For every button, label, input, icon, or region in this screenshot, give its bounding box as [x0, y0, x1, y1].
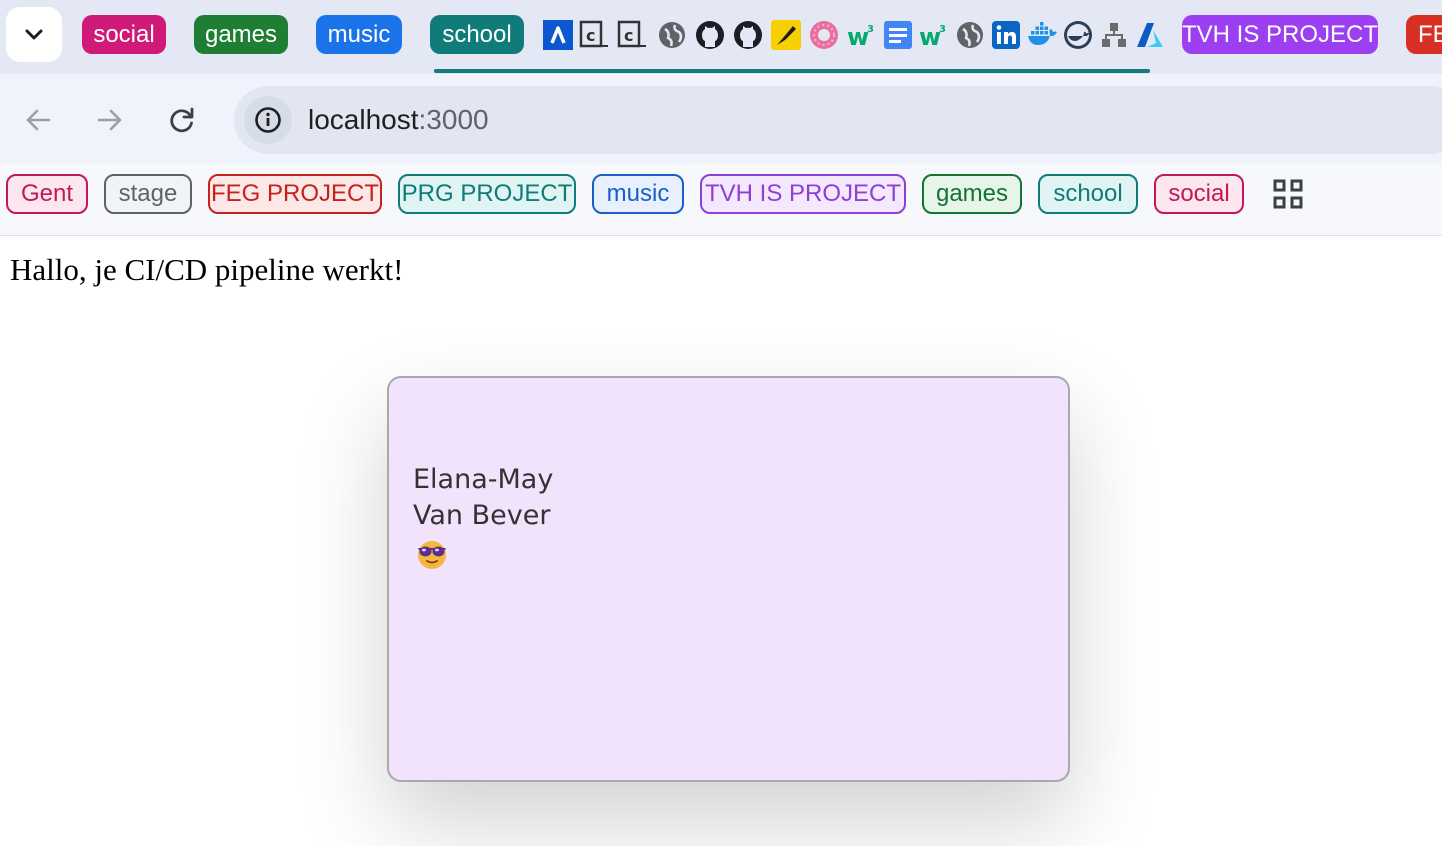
- card-first-name: Elana-May: [413, 464, 554, 495]
- bookmark-folder-games[interactable]: games: [922, 174, 1022, 214]
- apps-button[interactable]: [1268, 174, 1308, 214]
- w3schools-icon[interactable]: w3: [918, 19, 950, 51]
- tab-search-button[interactable]: [6, 7, 62, 62]
- w3schools-icon[interactable]: w3: [846, 19, 878, 51]
- reload-icon: [170, 107, 194, 133]
- sunglasses-emoji-icon: [415, 538, 449, 577]
- bookmark-folder-tvh-is-project[interactable]: TVH IS PROJECT: [700, 174, 906, 214]
- bookmark-folder-social[interactable]: social: [1154, 174, 1244, 214]
- docker-icon[interactable]: [1026, 19, 1058, 51]
- tab-group-music[interactable]: music: [316, 15, 402, 54]
- svg-text:w: w: [919, 23, 941, 50]
- pencil-app-icon[interactable]: [770, 19, 802, 51]
- chevron-down-icon: [25, 29, 43, 39]
- tab-group-fe[interactable]: FE: [1406, 15, 1442, 54]
- diagram-icon[interactable]: [1098, 19, 1130, 51]
- info-icon: [255, 107, 281, 133]
- google-docs-icon[interactable]: [882, 19, 914, 51]
- url-host: localhost: [308, 104, 419, 135]
- card-last-name: Van Bever: [413, 500, 551, 531]
- bookmark-folder-music[interactable]: music: [592, 174, 684, 214]
- github-icon[interactable]: [694, 19, 726, 51]
- tab-strip: social games music school TVH IS PROJECT…: [0, 0, 1442, 74]
- bookmarks-bar: Gent stage FEG PROJECT PRG PROJECT music…: [0, 164, 1442, 236]
- bookmark-folder-school[interactable]: school: [1038, 174, 1138, 214]
- globe-icon[interactable]: [656, 19, 688, 51]
- atlassian-icon[interactable]: [542, 19, 574, 51]
- globe-icon[interactable]: [954, 19, 986, 51]
- canvas-icon[interactable]: c: [616, 19, 648, 51]
- address-bar[interactable]: localhost:3000: [234, 86, 1442, 154]
- forward-button[interactable]: [88, 98, 132, 142]
- svg-text:3: 3: [867, 24, 874, 35]
- canvas-icon[interactable]: c: [578, 19, 610, 51]
- page-content: Hallo, je CI/CD pipeline werkt! Elana-Ma…: [0, 236, 1442, 846]
- arrow-right-icon: [97, 109, 122, 131]
- donut-icon[interactable]: [808, 19, 840, 51]
- profile-card: Elana-May Van Bever: [387, 376, 1070, 782]
- azure-icon[interactable]: [1134, 19, 1166, 51]
- back-button[interactable]: [16, 98, 60, 142]
- github-icon[interactable]: [732, 19, 764, 51]
- site-info-button[interactable]: [244, 96, 292, 144]
- svg-text:3: 3: [939, 24, 946, 35]
- toolbar: localhost:3000: [0, 74, 1442, 164]
- page-heading: Hallo, je CI/CD pipeline werkt!: [10, 252, 404, 287]
- grid-icon: [1273, 179, 1303, 209]
- active-group-underline: [434, 69, 1150, 73]
- tab-group-games[interactable]: games: [194, 15, 288, 54]
- svg-text:w: w: [847, 23, 869, 50]
- bookmark-folder-prg-project[interactable]: PRG PROJECT: [398, 174, 576, 214]
- bookmark-folder-stage[interactable]: stage: [104, 174, 192, 214]
- url-port: :3000: [418, 104, 489, 135]
- bookmark-folder-feg-project[interactable]: FEG PROJECT: [208, 174, 382, 214]
- url-text[interactable]: localhost:3000: [308, 86, 489, 154]
- docker-hub-icon[interactable]: [1062, 19, 1094, 51]
- bookmark-folder-gent[interactable]: Gent: [6, 174, 88, 214]
- svg-text:c: c: [586, 26, 595, 45]
- linkedin-icon[interactable]: [990, 19, 1022, 51]
- svg-text:c: c: [624, 26, 633, 45]
- reload-button[interactable]: [160, 98, 204, 142]
- arrow-left-icon: [26, 109, 51, 131]
- tab-group-social[interactable]: social: [82, 15, 166, 54]
- tab-group-school[interactable]: school: [430, 15, 524, 54]
- tab-group-tvh-is-project[interactable]: TVH IS PROJECT: [1182, 15, 1378, 54]
